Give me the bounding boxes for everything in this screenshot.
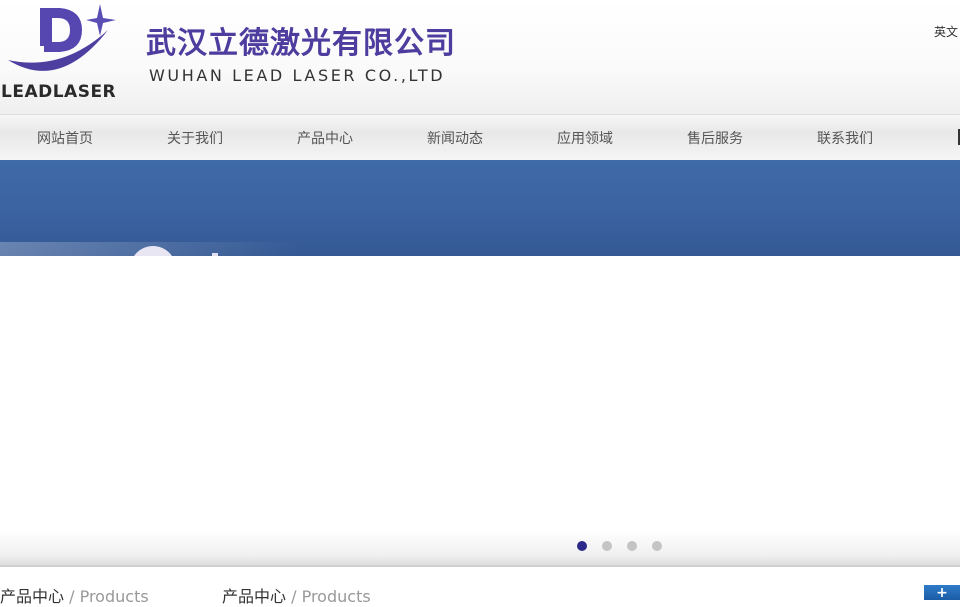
hero-banner [0,160,960,256]
section-title-label: 产品中心 [222,587,287,606]
nav-item-home[interactable]: 网站首页 [20,128,110,148]
section-title-sub: / Products [69,587,149,606]
slider-footer-bar [0,530,960,566]
slider-dot-3[interactable] [627,541,637,551]
nav-item-news[interactable]: 新闻动态 [410,128,500,148]
section-title-products-2: 产品中心 / Products [222,583,371,607]
nav-item-contact[interactable]: 联系我们 [800,128,890,148]
company-name-en: WUHAN LEAD LASER CO.,LTD [149,66,446,85]
language-switch-link[interactable]: 英文 [934,23,958,40]
section-title-sub: / Products [291,587,371,606]
slider-dot-1[interactable] [577,541,587,551]
logo-d-star-icon [8,4,116,71]
nav-item-service[interactable]: 售后服务 [670,128,760,148]
nav-item-about[interactable]: 关于我们 [150,128,240,148]
nav-item-products[interactable]: 产品中心 [280,128,370,148]
slider-dot-2[interactable] [602,541,612,551]
main-nav: 网站首页 关于我们 产品中心 新闻动态 应用领域 售后服务 联系我们 [0,114,960,160]
company-name-cn: 武汉立德激光有限公司 [146,26,456,61]
section-title-products: 产品中心 / Products [0,583,149,607]
site-header: LEADLASER 武汉立德激光有限公司 WUHAN LEAD LASER CO… [0,0,960,114]
logo-text: LEADLASER [1,82,117,102]
slider-divider [0,565,960,567]
section-title-label: 产品中心 [0,587,65,606]
more-button[interactable]: + [924,585,960,601]
company-logo[interactable]: LEADLASER [0,2,126,102]
slider-dot-4[interactable] [652,541,662,551]
nav-item-applications[interactable]: 应用领域 [540,128,630,148]
slider-image-area [0,256,960,540]
